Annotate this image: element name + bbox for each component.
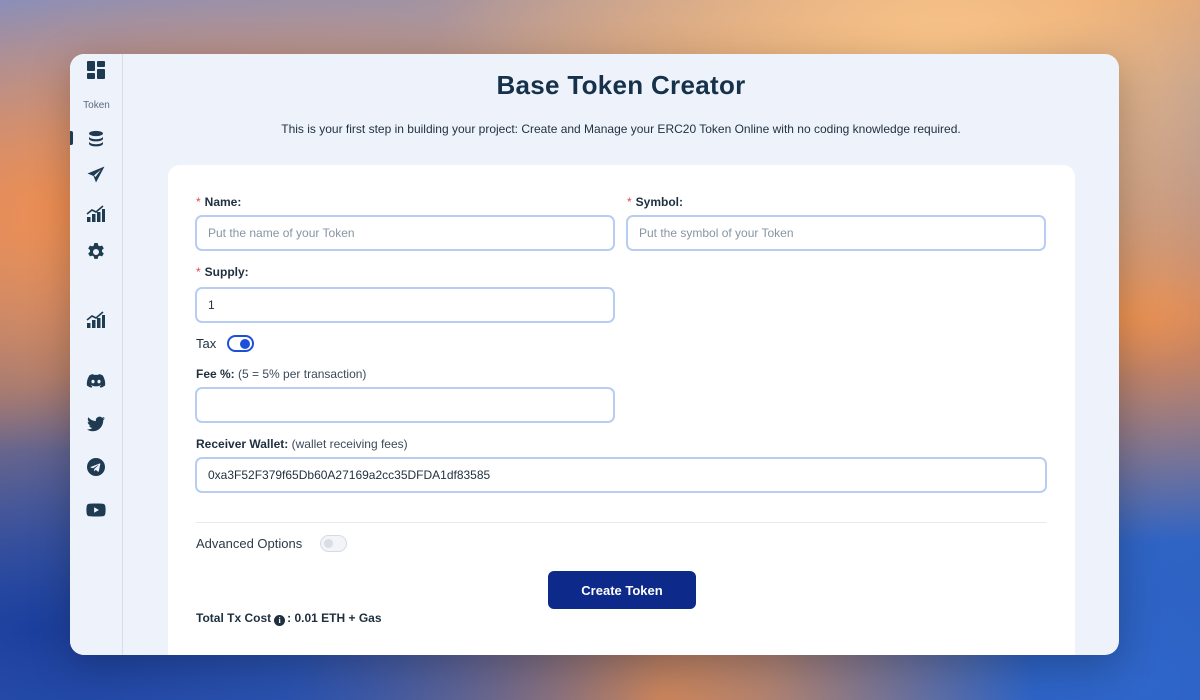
send-icon[interactable] <box>85 164 107 186</box>
fee-hint: (5 = 5% per transaction) <box>238 367 367 381</box>
fee-input[interactable] <box>195 387 615 423</box>
receiver-wallet-input[interactable] <box>195 457 1047 493</box>
symbol-label: * Symbol: <box>627 195 683 209</box>
dashboard-icon[interactable] <box>85 59 107 81</box>
supply-input[interactable] <box>195 287 615 323</box>
advanced-options-toggle[interactable] <box>320 535 347 552</box>
tax-toggle[interactable] <box>227 335 254 352</box>
tax-label: Tax <box>196 336 217 351</box>
sidebar-section-label: Token <box>83 100 110 111</box>
fee-label-text: Fee %: <box>196 367 235 381</box>
receiver-label: Receiver Wallet: (wallet receiving fees) <box>196 437 408 451</box>
supply-label: * Supply: <box>196 265 249 279</box>
gear-icon[interactable] <box>85 241 107 263</box>
info-icon[interactable]: i <box>274 615 286 626</box>
sidebar: Token <box>70 54 123 655</box>
chart-icon-secondary[interactable] <box>85 309 107 331</box>
youtube-icon[interactable] <box>85 499 107 521</box>
create-token-button[interactable]: Create Token <box>548 571 696 609</box>
receiver-hint: (wallet receiving fees) <box>291 437 408 451</box>
required-mark: * <box>196 195 201 209</box>
active-indicator <box>70 131 73 145</box>
chart-icon[interactable] <box>85 203 107 225</box>
telegram-icon[interactable] <box>85 456 107 478</box>
symbol-label-text: Symbol: <box>635 195 684 209</box>
twitter-icon[interactable] <box>85 413 107 435</box>
name-label-text: Name: <box>204 195 242 209</box>
advanced-options-label: Advanced Options <box>196 536 303 551</box>
app-window: Token Base Token Creator This is your fi… <box>70 54 1119 655</box>
name-label: * Name: <box>196 195 241 209</box>
tx-cost: Total Tx Cost i: 0.01 ETH + Gas <box>196 611 382 626</box>
discord-icon[interactable] <box>85 370 107 392</box>
receiver-label-text: Receiver Wallet: <box>196 437 289 451</box>
required-mark: * <box>627 195 632 209</box>
required-mark: * <box>196 265 201 279</box>
page-subtitle: This is your first step in building your… <box>281 122 961 136</box>
symbol-input[interactable] <box>626 215 1046 251</box>
coins-icon[interactable] <box>85 128 107 150</box>
divider <box>196 522 1047 523</box>
token-form-card: *Name: *Symbol: *Supply: Tax Fee %: (5 =… <box>168 165 1075 655</box>
page-title: Base Token Creator <box>496 70 746 100</box>
tx-cost-value: : 0.01 ETH + Gas <box>287 611 382 625</box>
name-input[interactable] <box>195 215 615 251</box>
supply-label-text: Supply: <box>204 265 249 279</box>
fee-label: Fee %: (5 = 5% per transaction) <box>196 367 366 381</box>
tx-cost-label: Total Tx Cost <box>196 611 272 625</box>
